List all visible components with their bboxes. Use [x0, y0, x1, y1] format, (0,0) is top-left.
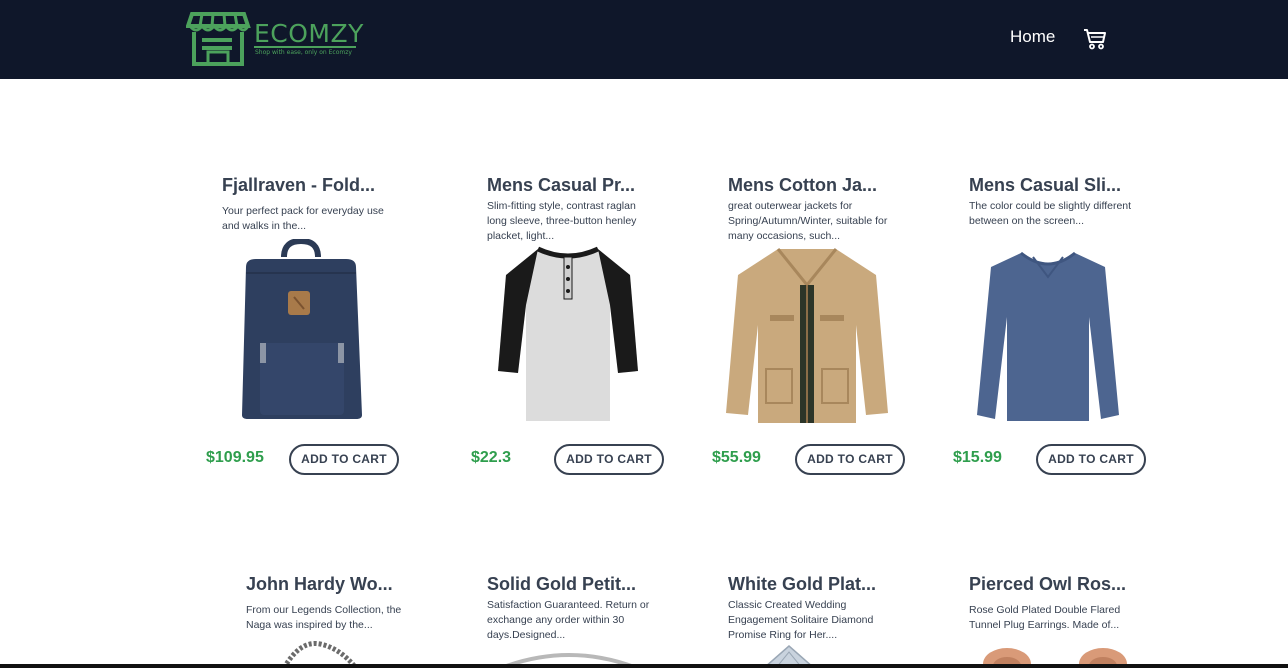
product-description: The color could be slightly different be… — [969, 200, 1132, 227]
product-description: From our Legends Collection, the Naga wa… — [246, 604, 402, 631]
brand-tagline: Shop with ease, only on Ecomzy — [255, 49, 352, 56]
product-description: Your perfect pack for everyday use and w… — [222, 205, 384, 232]
ring-image — [499, 648, 639, 672]
product-card: Mens Casual Pr... Slim-fitting style, co… — [471, 175, 671, 475]
backpack-image — [236, 237, 366, 427]
add-to-cart-button[interactable]: ADD TO CART — [289, 444, 399, 475]
brand-logo[interactable]: ECOMZY Shop with ease, only on Ecomzy — [186, 10, 364, 70]
product-description: Satisfaction Guaranteed. Return or excha… — [487, 599, 650, 641]
product-price: $22.3 — [471, 449, 512, 466]
product-title: Solid Gold Petit... — [487, 574, 637, 594]
product-title: Fjallraven - Fold... — [222, 175, 376, 195]
product-price: $109.95 — [206, 449, 264, 466]
jacket-image — [726, 245, 888, 429]
bottom-border — [0, 664, 1288, 668]
product-title: John Hardy Wo... — [246, 574, 393, 594]
long-sleeve-shirt-image — [977, 247, 1119, 429]
add-to-cart-button[interactable]: ADD TO CART — [1036, 444, 1146, 475]
nav-home-link[interactable]: Home — [1010, 27, 1055, 47]
product-description: Classic Created Wedding Engagement Solit… — [728, 599, 874, 641]
product-price: $15.99 — [953, 449, 1002, 466]
product-card: Mens Casual Sli... The color could be sl… — [953, 175, 1153, 475]
product-card: Mens Cotton Ja... great outerwear jacket… — [712, 175, 912, 475]
navbar: ECOMZY Shop with ease, only on Ecomzy Ho… — [0, 0, 1288, 79]
product-title: White Gold Plat... — [728, 574, 876, 594]
product-title: Mens Casual Pr... — [487, 175, 636, 195]
product-description: Slim-fitting style, contrast raglan long… — [487, 200, 637, 242]
add-to-cart-button[interactable]: ADD TO CART — [795, 444, 905, 475]
product-card: Solid Gold Petit... Satisfaction Guarant… — [487, 574, 687, 670]
brand-name: ECOMZY — [254, 19, 364, 48]
raglan-shirt-image — [498, 245, 638, 429]
product-card: White Gold Plat... Classic Created Weddi… — [728, 574, 928, 669]
product-card: Fjallraven - Fold... Your perfect pack f… — [206, 175, 406, 475]
product-card: Pierced Owl Ros... Rose Gold Plated Doub… — [969, 574, 1169, 672]
storefront-icon — [186, 12, 251, 66]
brand-underline — [254, 46, 356, 48]
product-description: great outerwear jackets for Spring/Autum… — [728, 200, 888, 242]
product-title: Mens Cotton Ja... — [728, 175, 878, 195]
cart-icon[interactable] — [1083, 28, 1107, 50]
product-title: Pierced Owl Ros... — [969, 574, 1127, 594]
product-card: John Hardy Wo... From our Legends Collec… — [246, 574, 446, 670]
product-description: Rose Gold Plated Double Flared Tunnel Pl… — [969, 604, 1121, 631]
product-title: Mens Casual Sli... — [969, 175, 1122, 195]
add-to-cart-button[interactable]: ADD TO CART — [554, 444, 664, 475]
product-price: $55.99 — [712, 449, 761, 466]
